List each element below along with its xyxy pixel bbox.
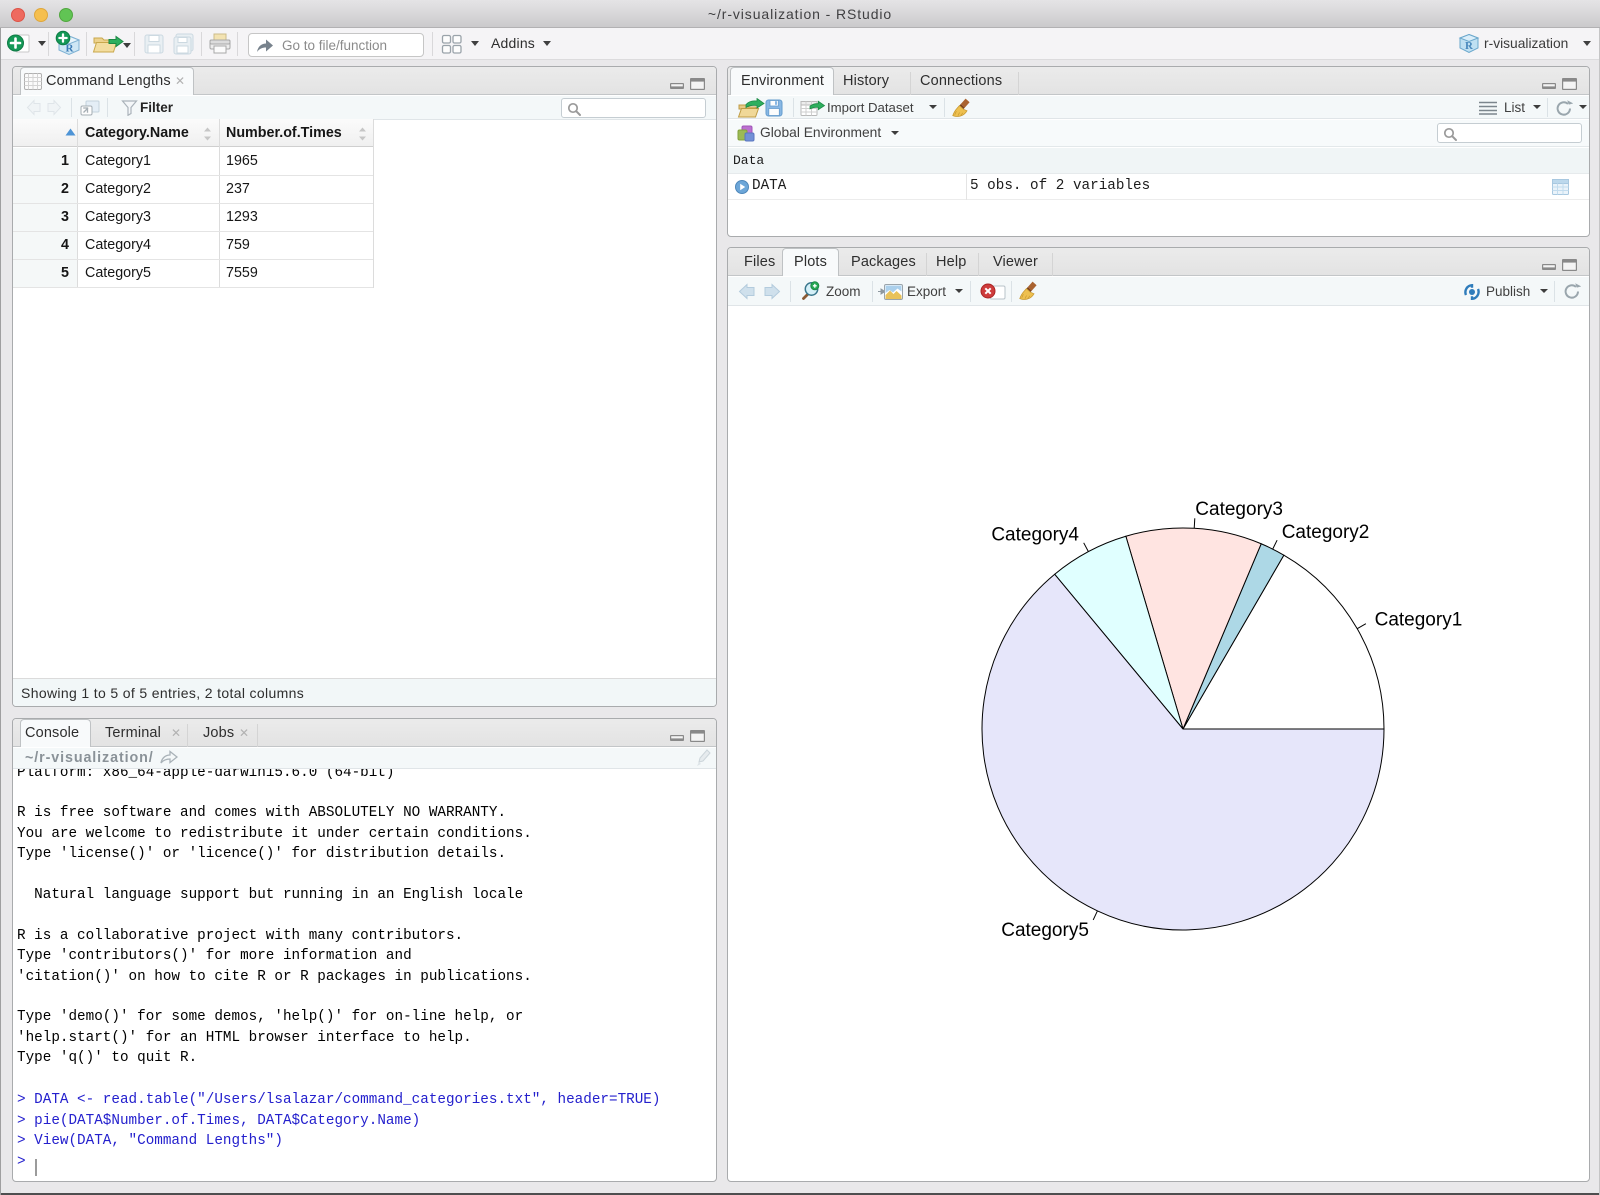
svg-text:Category3: Category3: [1195, 499, 1283, 520]
svg-text:R: R: [1465, 40, 1474, 52]
svg-text:Category2: Category2: [1282, 522, 1370, 543]
svg-text:Category5: Category5: [1001, 920, 1089, 941]
svg-text:R: R: [66, 43, 75, 55]
svg-text:Category4: Category4: [991, 525, 1079, 546]
svg-text:Category1: Category1: [1375, 609, 1463, 630]
